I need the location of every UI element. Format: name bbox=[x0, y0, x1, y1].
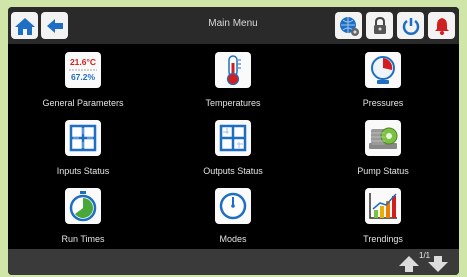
menu-trendings[interactable]: Trendings bbox=[308, 184, 458, 252]
trend-chart-icon bbox=[365, 188, 401, 224]
back-button[interactable] bbox=[41, 12, 68, 39]
arrow-down-icon bbox=[428, 256, 448, 272]
hmi-screen: Main Menu 21.6°C 67.2% General Parameter… bbox=[8, 7, 459, 275]
readout-icon: 21.6°C 67.2% bbox=[69, 57, 97, 82]
page-up-button[interactable] bbox=[398, 255, 420, 273]
network-settings-button[interactable] bbox=[335, 12, 362, 39]
menu-modes[interactable]: Modes bbox=[158, 184, 308, 252]
top-bar: Main Menu bbox=[8, 7, 459, 44]
power-icon bbox=[402, 17, 419, 35]
lock-icon bbox=[373, 16, 386, 34]
menu-label: Outputs Status bbox=[203, 166, 263, 176]
menu-temperatures[interactable]: Temperatures bbox=[158, 48, 308, 116]
bottom-bar: 1/1 bbox=[8, 249, 459, 275]
pump-icon bbox=[365, 120, 401, 156]
menu-label: Trendings bbox=[363, 234, 403, 244]
menu-label: Temperatures bbox=[205, 98, 261, 108]
menu-outputs-status[interactable]: Outputs Status bbox=[158, 116, 308, 184]
outputs-grid-icon bbox=[215, 120, 251, 156]
menu-inputs-status[interactable]: Inputs Status bbox=[8, 116, 158, 184]
menu-run-times[interactable]: Run Times bbox=[8, 184, 158, 252]
stopwatch-icon bbox=[65, 188, 101, 224]
pressure-gauge-icon bbox=[365, 52, 401, 88]
thermometer-icon bbox=[215, 52, 251, 88]
power-button[interactable] bbox=[397, 12, 424, 39]
arrow-up-icon bbox=[399, 256, 419, 272]
back-arrow-icon bbox=[46, 18, 63, 33]
page-down-button[interactable] bbox=[427, 255, 449, 273]
lock-button[interactable] bbox=[366, 12, 393, 39]
alarm-button[interactable] bbox=[428, 12, 455, 39]
alarm-bell-icon bbox=[434, 17, 449, 35]
menu-label: Run Times bbox=[61, 234, 105, 244]
menu-label: Modes bbox=[219, 234, 247, 244]
menu-pump-status[interactable]: Pump Status bbox=[308, 116, 458, 184]
inputs-grid-icon bbox=[65, 120, 101, 156]
temp-readout: 21.6°C bbox=[70, 57, 96, 67]
menu-label: General Parameters bbox=[42, 98, 124, 108]
menu-label: Inputs Status bbox=[56, 166, 110, 176]
menu-pressures[interactable]: Pressures bbox=[308, 48, 458, 116]
menu-label: Pump Status bbox=[357, 166, 409, 176]
page-title: Main Menu bbox=[208, 18, 258, 29]
humidity-readout: 67.2% bbox=[71, 72, 96, 82]
menu-grid: 21.6°C 67.2% General Parameters Temperat… bbox=[8, 44, 459, 249]
general-parameters-icon: 21.6°C 67.2% bbox=[65, 52, 101, 88]
mode-dial-icon bbox=[215, 188, 251, 224]
menu-general-parameters[interactable]: 21.6°C 67.2% General Parameters bbox=[8, 48, 158, 116]
menu-label: Pressures bbox=[362, 98, 404, 108]
home-button[interactable] bbox=[11, 12, 38, 39]
home-icon bbox=[14, 17, 35, 35]
network-settings-icon bbox=[339, 16, 359, 36]
